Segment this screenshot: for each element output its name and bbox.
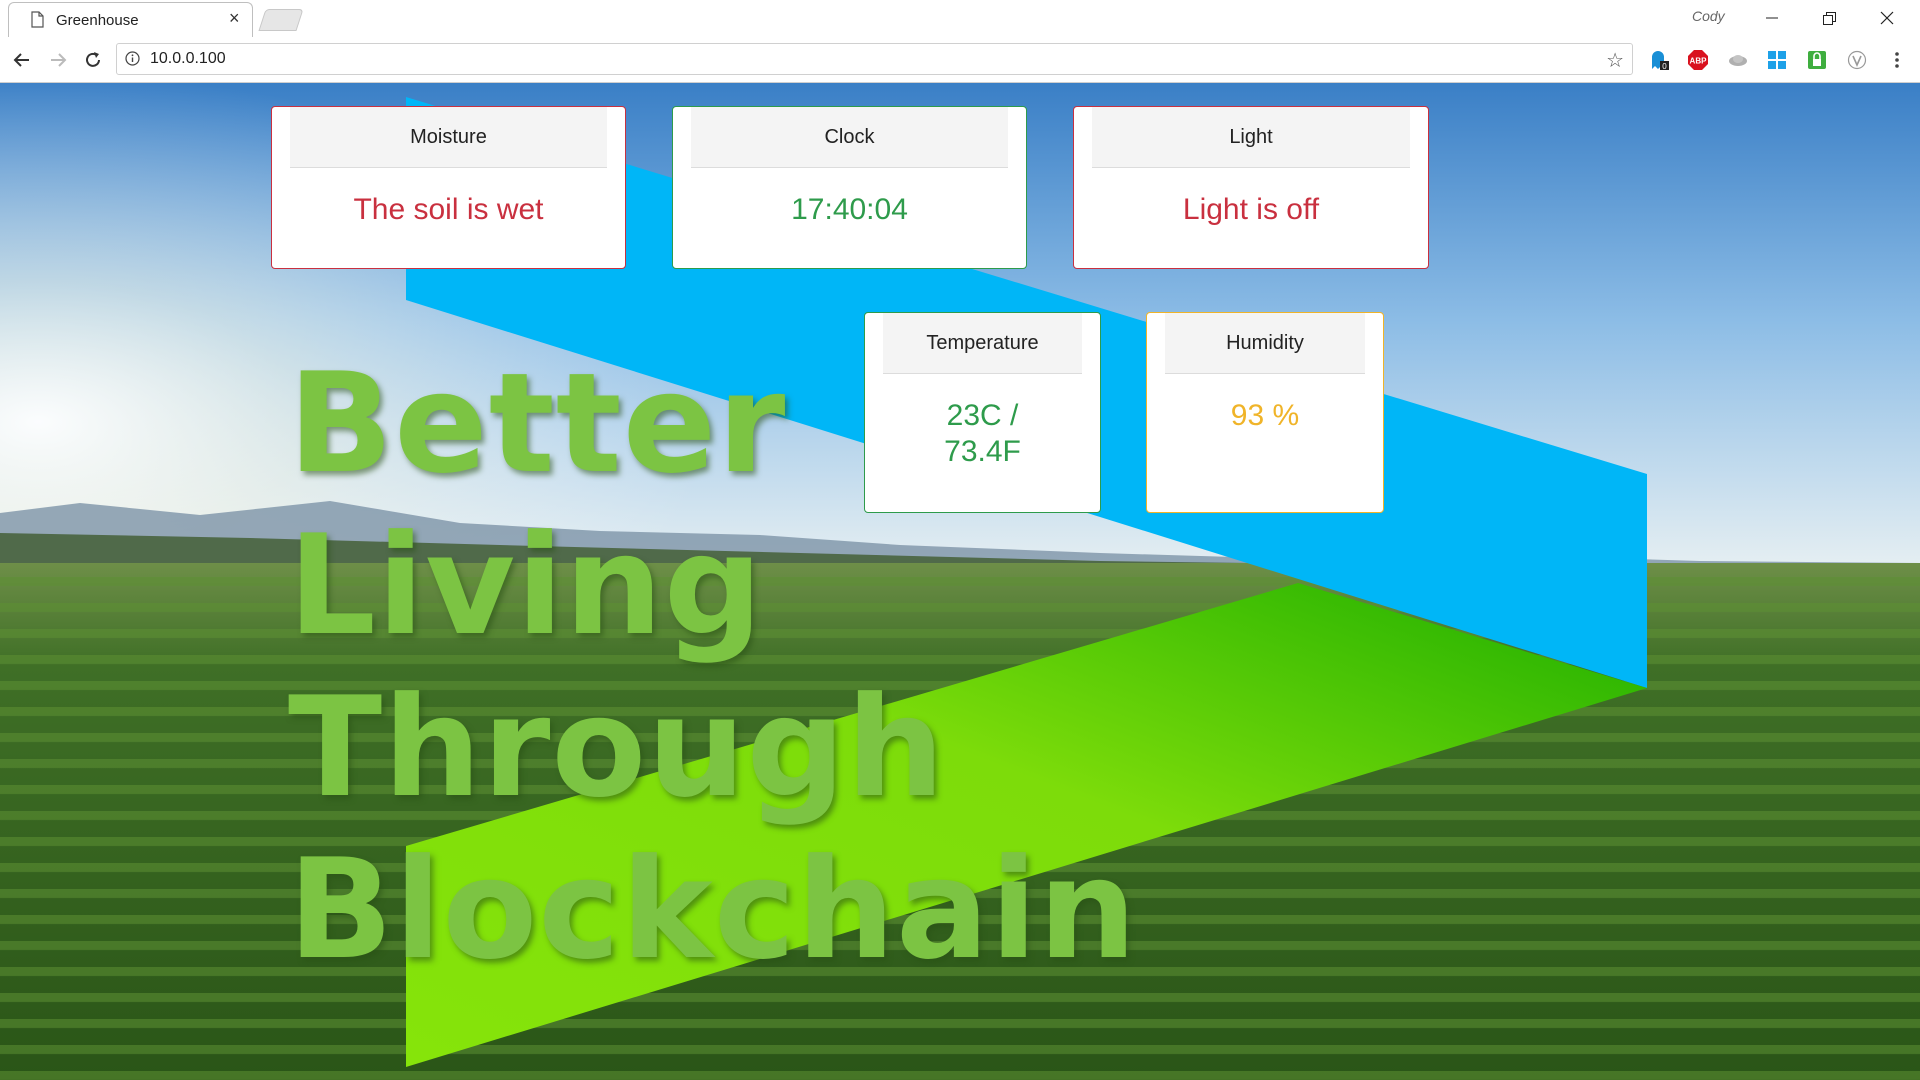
ghostery-badge: 0 xyxy=(1662,62,1667,71)
light-value: Light is off xyxy=(1182,193,1320,226)
new-tab-button[interactable] xyxy=(258,9,304,31)
light-card-title: Light xyxy=(1092,107,1410,168)
close-window-button[interactable] xyxy=(1865,4,1909,32)
slogan-line-3: Through xyxy=(288,667,946,828)
browser-toolbar: 10.0.0.100 ☆ 0 ABP xyxy=(0,37,1920,83)
humidity-value: 93 % xyxy=(1230,399,1300,432)
temperature-celsius: 23C / xyxy=(946,399,1019,432)
moisture-card-title: Moisture xyxy=(290,107,607,168)
clock-value: 17:40:04 xyxy=(791,193,908,226)
temperature-fahrenheit: 73.4F xyxy=(944,435,1021,468)
moisture-value: The soil is wet xyxy=(353,193,544,226)
temperature-value: 23C / 73.4F xyxy=(865,373,1100,512)
light-card: Light Light is off xyxy=(1073,106,1429,269)
moisture-card: Moisture The soil is wet xyxy=(271,106,626,269)
menu-button[interactable] xyxy=(1886,49,1908,71)
info-icon[interactable] xyxy=(125,51,140,66)
page-icon xyxy=(31,11,44,28)
bookmark-star-icon[interactable]: ☆ xyxy=(1606,48,1624,73)
tab-close-button[interactable]: × xyxy=(229,8,240,29)
browser-tab[interactable]: Greenhouse × xyxy=(8,2,253,37)
close-icon xyxy=(1880,11,1894,25)
restore-icon xyxy=(1822,11,1836,25)
extension-cloud-icon[interactable] xyxy=(1727,49,1749,71)
clock-card-title: Clock xyxy=(691,107,1008,168)
windows-icon[interactable] xyxy=(1766,49,1788,71)
humidity-card: Humidity 93 % xyxy=(1146,312,1384,513)
restore-button[interactable] xyxy=(1807,4,1851,32)
humidity-card-title: Humidity xyxy=(1165,313,1365,374)
tab-title: Greenhouse xyxy=(56,12,139,29)
adblock-plus-icon[interactable]: ABP xyxy=(1687,49,1709,71)
url-text[interactable]: 10.0.0.100 xyxy=(150,50,226,68)
page-viewport: Better Living Through Blockchain Moistur… xyxy=(0,83,1920,1080)
forward-arrow-icon xyxy=(51,53,67,67)
minimize-icon xyxy=(1766,17,1778,19)
back-arrow-icon xyxy=(13,53,29,67)
browser-titlebar: Greenhouse × Cody xyxy=(0,0,1920,37)
slogan-line-4: Blockchain xyxy=(288,829,1138,990)
reload-icon xyxy=(86,52,100,67)
minimize-button[interactable] xyxy=(1750,4,1794,32)
temperature-card-title: Temperature xyxy=(883,313,1082,374)
back-button[interactable] xyxy=(7,45,37,75)
lock-extension-icon[interactable] xyxy=(1806,49,1828,71)
more-vert-icon xyxy=(1895,52,1899,68)
reload-button[interactable] xyxy=(78,45,108,75)
v-extension-icon[interactable] xyxy=(1846,49,1868,71)
ghostery-icon[interactable]: 0 xyxy=(1648,49,1670,71)
address-bar[interactable]: 10.0.0.100 ☆ xyxy=(116,43,1633,75)
profile-name[interactable]: Cody xyxy=(1692,8,1725,24)
adblock-label: ABP xyxy=(1690,57,1708,66)
temperature-card: Temperature 23C / 73.4F xyxy=(864,312,1101,513)
clock-card: Clock 17:40:04 xyxy=(672,106,1027,269)
forward-button[interactable] xyxy=(43,45,73,75)
slogan-line-2: Living xyxy=(288,505,764,666)
